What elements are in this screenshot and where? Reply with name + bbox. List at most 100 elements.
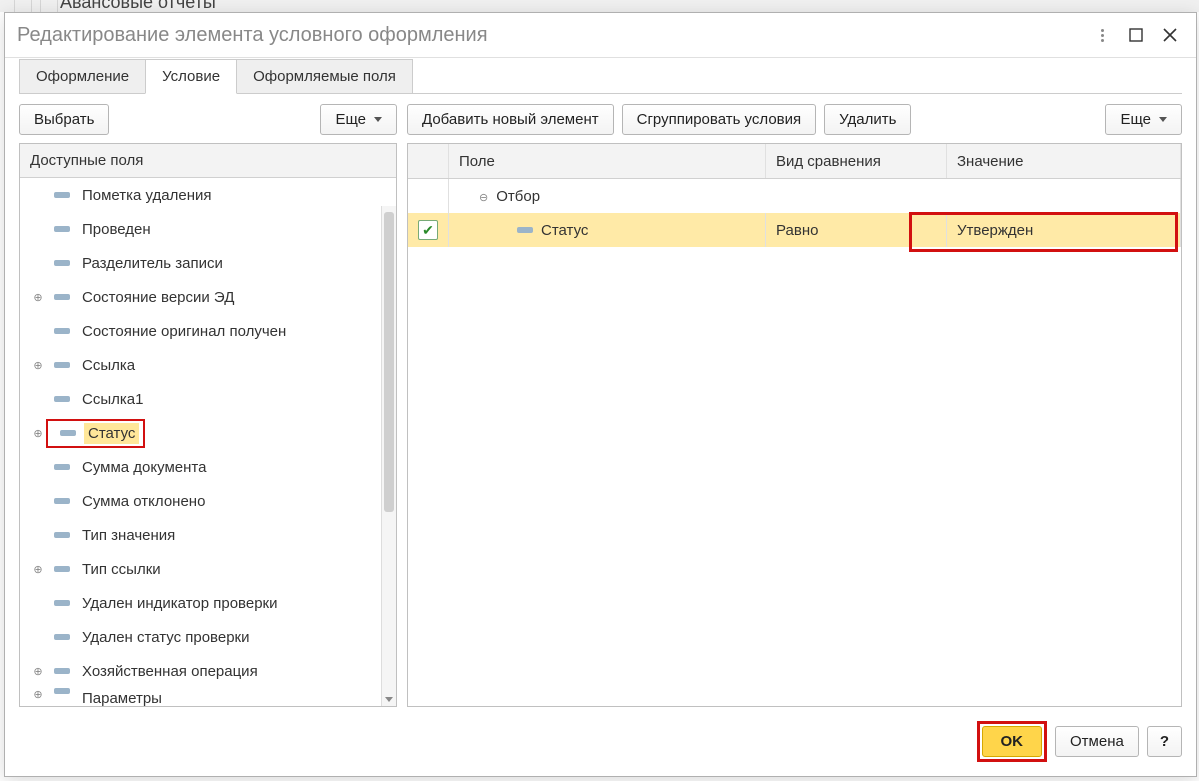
tree-item-label: Удален индикатор проверки — [78, 593, 281, 614]
conditions-table: Поле Вид сравнения Значение Отбор — [407, 143, 1182, 707]
tree-item-label: Ссылка1 — [78, 389, 147, 410]
close-button[interactable] — [1156, 21, 1184, 49]
modal-dialog: Редактирование элемента условного оформл… — [4, 12, 1197, 777]
cancel-button[interactable]: Отмена — [1055, 726, 1139, 757]
conditions-pane: Добавить новый элемент Сгруппировать усл… — [407, 104, 1182, 707]
help-button[interactable]: ? — [1147, 726, 1182, 757]
available-fields-header: Доступные поля — [20, 144, 396, 178]
row-comparison: Равно — [776, 222, 818, 239]
scroll-down-icon[interactable] — [382, 692, 396, 706]
tree-item-label: Пометка удаления — [78, 185, 216, 206]
tree-item-label: Сумма документа — [78, 457, 210, 478]
field-icon — [54, 396, 70, 402]
conditions-header-row: Поле Вид сравнения Значение — [408, 144, 1181, 179]
tree-item[interactable]: Параметры — [20, 688, 382, 706]
tree-item[interactable]: Удален индикатор проверки — [20, 586, 382, 620]
tree-item-label: Сумма отклонено — [78, 491, 209, 512]
delete-button[interactable]: Удалить — [824, 104, 911, 135]
select-button[interactable]: Выбрать — [19, 104, 109, 135]
field-icon — [54, 532, 70, 538]
field-icon — [54, 668, 70, 674]
tree-item[interactable]: Удален статус проверки — [20, 620, 382, 654]
caret-down-icon — [374, 117, 382, 122]
row-value: Утвержден — [957, 222, 1033, 239]
more-actions-button[interactable] — [1088, 21, 1116, 49]
ok-button[interactable]: OK — [982, 726, 1043, 757]
tree-item[interactable]: Хозяйственная операция — [20, 654, 382, 688]
field-icon — [54, 192, 70, 198]
field-icon — [54, 688, 70, 694]
tree-item[interactable]: Ссылка — [20, 348, 382, 382]
expand-icon[interactable] — [30, 563, 46, 576]
left-more-button[interactable]: Еще — [320, 104, 397, 135]
expand-icon[interactable] — [30, 665, 46, 678]
tree-item[interactable]: Состояние версии ЭД — [20, 280, 382, 314]
scrollbar-thumb[interactable] — [384, 212, 394, 512]
right-more-button[interactable]: Еще — [1105, 104, 1182, 135]
collapse-icon[interactable] — [479, 188, 496, 205]
tabs-bar: Оформление Условие Оформляемые поля — [5, 58, 1196, 93]
caret-down-icon — [1159, 117, 1167, 122]
tree-item-label: Разделитель записи — [78, 253, 227, 274]
col-value[interactable]: Значение — [947, 144, 1181, 178]
tab-condition[interactable]: Условие — [145, 59, 237, 94]
fwd-nav-icon — [40, 0, 58, 12]
field-icon — [54, 464, 70, 470]
tree-item[interactable]: Разделитель записи — [20, 246, 382, 280]
tab-fields[interactable]: Оформляемые поля — [236, 59, 413, 94]
field-icon — [54, 294, 70, 300]
fields-tree[interactable]: Пометка удаления Проведен Разделитель запи… — [20, 178, 396, 706]
background-window: Авансовые отчеты — [0, 0, 1199, 12]
left-more-label: Еще — [335, 111, 366, 128]
tab-design[interactable]: Оформление — [19, 59, 146, 94]
tree-item[interactable]: Статус — [20, 416, 382, 450]
field-highlight-box: Статус — [46, 419, 145, 448]
group-label: Отбор — [496, 188, 540, 205]
dialog-footer: OK Отмена ? — [5, 707, 1196, 776]
ok-highlight-box: OK — [977, 721, 1048, 762]
tree-item-label: Тип значения — [78, 525, 179, 546]
tree-item-label: Параметры — [78, 688, 166, 706]
row-field: Статус — [541, 222, 588, 239]
vertical-scrollbar[interactable] — [381, 206, 396, 706]
tree-item-label: Тип ссылки — [78, 559, 165, 580]
field-icon — [54, 260, 70, 266]
tree-item-label: Ссылка — [78, 355, 139, 376]
row-checkbox[interactable] — [418, 220, 438, 240]
col-field[interactable]: Поле — [449, 144, 766, 178]
tree-item[interactable]: Сумма отклонено — [20, 484, 382, 518]
expand-icon[interactable] — [30, 688, 46, 701]
tree-item[interactable]: Тип ссылки — [20, 552, 382, 586]
field-icon — [54, 634, 70, 640]
title-bar: Редактирование элемента условного оформл… — [5, 13, 1196, 58]
field-icon — [54, 226, 70, 232]
expand-icon[interactable] — [30, 291, 46, 304]
tree-item[interactable]: Пометка удаления — [20, 178, 382, 212]
conditions-body: Отбор Статус — [408, 179, 1181, 706]
tree-item[interactable]: Сумма документа — [20, 450, 382, 484]
group-conditions-button[interactable]: Сгруппировать условия — [622, 104, 817, 135]
right-toolbar: Добавить новый элемент Сгруппировать усл… — [407, 104, 1182, 135]
field-icon — [54, 362, 70, 368]
back-nav-icon — [14, 0, 32, 12]
tree-item-label: Удален статус проверки — [78, 627, 253, 648]
field-icon — [54, 600, 70, 606]
available-fields-panel: Доступные поля Пометка удаления Проведен Р… — [19, 143, 397, 707]
col-comparison[interactable]: Вид сравнения — [766, 144, 947, 178]
tree-item-label: Статус — [84, 423, 139, 444]
field-icon — [54, 566, 70, 572]
expand-icon[interactable] — [30, 427, 46, 440]
condition-row[interactable]: Статус Равно Утвержден — [408, 213, 1181, 247]
field-icon — [54, 498, 70, 504]
tree-item[interactable]: Ссылка1 — [20, 382, 382, 416]
maximize-button[interactable] — [1122, 21, 1150, 49]
field-icon — [60, 430, 76, 436]
add-element-button[interactable]: Добавить новый элемент — [407, 104, 614, 135]
tree-item[interactable]: Состояние оригинал получен — [20, 314, 382, 348]
tree-item[interactable]: Проведен — [20, 212, 382, 246]
tree-item-label: Состояние оригинал получен — [78, 321, 290, 342]
filter-group-row[interactable]: Отбор — [408, 179, 1181, 213]
expand-icon[interactable] — [30, 359, 46, 372]
tree-item-label: Состояние версии ЭД — [78, 287, 238, 308]
tree-item[interactable]: Тип значения — [20, 518, 382, 552]
